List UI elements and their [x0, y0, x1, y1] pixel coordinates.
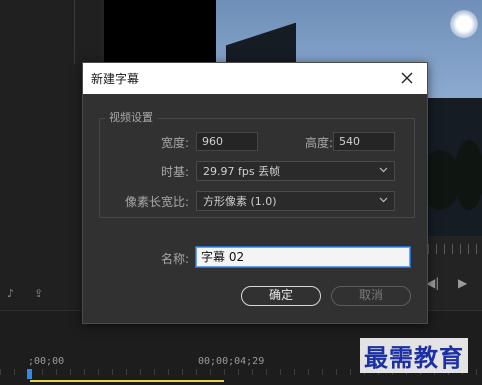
pixel-aspect-label: 像素长宽比: — [124, 195, 189, 209]
height-field[interactable]: 540 — [333, 132, 395, 151]
audio-icon[interactable]: ♪ — [7, 287, 14, 300]
pixel-aspect-value: 方形像素 (1.0) — [203, 195, 277, 208]
dialog-titlebar[interactable]: 新建字幕 — [83, 63, 427, 94]
playhead[interactable] — [27, 369, 32, 379]
work-area-bar[interactable] — [30, 380, 224, 382]
name-label: 名称: — [160, 252, 189, 266]
tree-silhouette — [454, 140, 482, 210]
close-icon — [401, 72, 413, 84]
width-label: 宽度: — [160, 136, 189, 150]
chevron-down-icon — [379, 167, 388, 173]
monitor-ruler — [420, 244, 482, 254]
width-field[interactable]: 960 — [196, 132, 258, 151]
timecode-start: ;00;00 — [28, 356, 65, 367]
cancel-button[interactable]: 取消 — [331, 286, 411, 306]
watermark-logo: 最需教育 — [360, 338, 468, 373]
name-input[interactable]: 字幕 02 — [196, 247, 410, 267]
timebase-value: 29.97 fps 丢帧 — [203, 165, 281, 178]
new-title-dialog: 新建字幕 视频设置 宽度: 960 高度: 540 时基: 29.97 fps … — [82, 62, 428, 324]
height-label: 高度: — [304, 136, 333, 150]
timebase-select[interactable]: 29.97 fps 丢帧 — [196, 161, 395, 181]
ok-button[interactable]: 确定 — [241, 286, 321, 306]
dialog-title: 新建字幕 — [91, 72, 140, 86]
panel-divider — [74, 0, 75, 64]
video-settings-label: 视频设置 — [105, 109, 157, 125]
close-button[interactable] — [387, 63, 427, 94]
export-icon[interactable]: ⇪ — [34, 287, 43, 300]
timebase-label: 时基: — [160, 165, 189, 179]
pixel-aspect-select[interactable]: 方形像素 (1.0) — [196, 191, 395, 211]
chevron-down-icon — [379, 197, 388, 203]
play-icon[interactable]: ▶ — [458, 276, 467, 290]
sun-glare — [450, 10, 478, 38]
timecode-mid: 00;00;04;29 — [198, 356, 265, 367]
